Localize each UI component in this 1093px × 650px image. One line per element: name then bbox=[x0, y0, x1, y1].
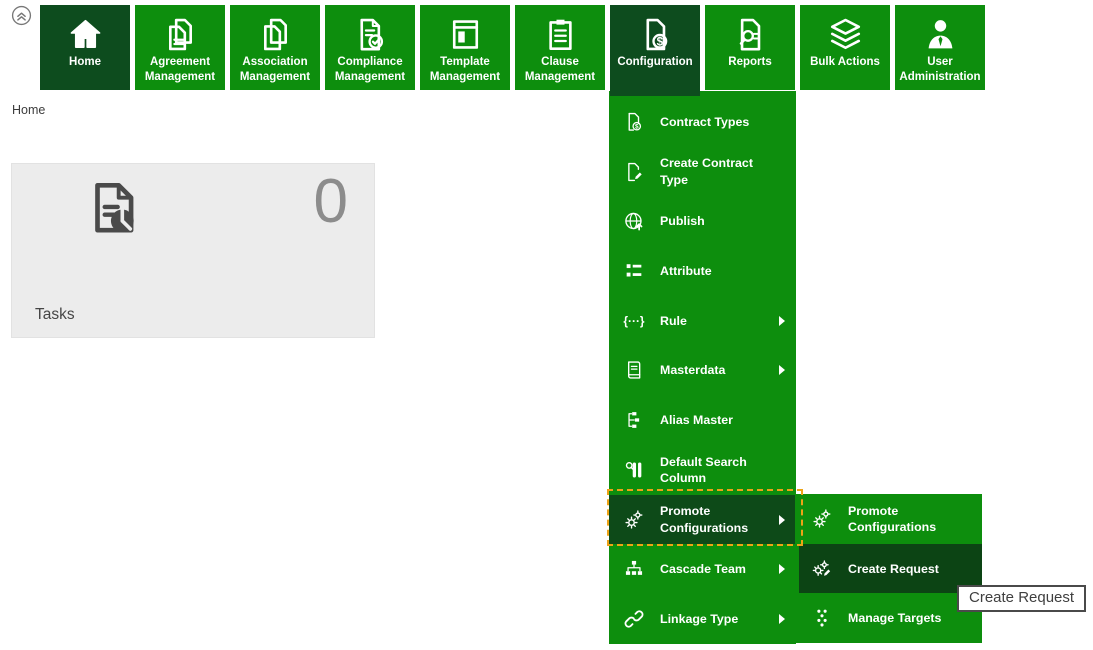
compliance-management-icon bbox=[352, 14, 389, 54]
submenu-item[interactable]: Create Request bbox=[799, 544, 982, 594]
promote-configurations-icon bbox=[811, 508, 837, 530]
menu-item-label: Promote Configurations bbox=[660, 503, 779, 535]
bulk-actions-icon bbox=[827, 14, 864, 54]
ribbon-tile-label: Reports bbox=[726, 55, 773, 70]
svg-text:$: $ bbox=[656, 36, 663, 48]
ribbon-tile-label: Agreement Management bbox=[135, 55, 225, 84]
home-icon bbox=[67, 14, 104, 54]
menu-item-label: Default Search Column bbox=[660, 454, 779, 486]
submenu-arrow-icon bbox=[779, 365, 785, 375]
menu-item[interactable]: {···} Rule bbox=[609, 296, 796, 346]
submenu-arrow-icon bbox=[779, 316, 785, 326]
create-request-icon bbox=[811, 558, 837, 580]
ribbon-bar: Home Agreement Management Association Ma… bbox=[40, 5, 985, 96]
menu-item-label: Contract Types bbox=[660, 114, 779, 130]
submenu-item[interactable]: Manage Targets bbox=[799, 593, 982, 643]
ribbon-tile-label: Association Management bbox=[230, 55, 320, 84]
alias-master-icon bbox=[623, 409, 649, 431]
menu-item-label: Create Contract Type bbox=[660, 155, 779, 187]
ribbon-tile-label: Configuration bbox=[615, 55, 694, 70]
manage-targets-icon bbox=[811, 607, 837, 629]
create-request-tooltip: Create Request bbox=[957, 585, 1086, 612]
tasks-count: 0 bbox=[314, 166, 348, 237]
tasks-tile[interactable]: 0 Tasks bbox=[11, 163, 375, 338]
promote-configurations-submenu: Promote Configurations Create Request Ma… bbox=[795, 494, 982, 643]
menu-item-label: Linkage Type bbox=[660, 611, 779, 627]
menu-item[interactable]: Linkage Type bbox=[609, 594, 796, 644]
configuration-dropdown-menu: $ Contract Types Create Contract Type Pu… bbox=[609, 91, 796, 644]
submenu-item-label: Create Request bbox=[848, 561, 974, 577]
ribbon-tile-label: Bulk Actions bbox=[808, 55, 882, 70]
tasks-label: Tasks bbox=[35, 306, 75, 324]
submenu-arrow-icon bbox=[779, 515, 785, 525]
configuration-icon: $ bbox=[637, 14, 674, 54]
ribbon-tile[interactable]: Bulk Actions bbox=[800, 5, 890, 90]
ribbon-tile[interactable]: $ Configuration bbox=[610, 5, 700, 96]
cascade-team-icon bbox=[623, 558, 649, 580]
ribbon-tile-label: Template Management bbox=[420, 55, 510, 84]
ribbon-tile-label: User Administration bbox=[895, 55, 985, 84]
menu-item[interactable]: Promote Configurations bbox=[609, 495, 796, 545]
linkage-type-icon bbox=[623, 608, 649, 630]
submenu-item[interactable]: Promote Configurations bbox=[799, 494, 982, 544]
ribbon-tile[interactable]: User Administration bbox=[895, 5, 985, 90]
menu-item-label: Masterdata bbox=[660, 362, 779, 378]
association-management-icon bbox=[257, 14, 294, 54]
menu-item[interactable]: Create Contract Type bbox=[609, 147, 796, 197]
tasks-report-icon bbox=[82, 177, 144, 239]
submenu-arrow-icon bbox=[779, 614, 785, 624]
ribbon-tile[interactable]: Agreement Management bbox=[135, 5, 225, 90]
app-root: Home Agreement Management Association Ma… bbox=[0, 0, 1093, 650]
default-search-column-icon bbox=[623, 459, 649, 481]
menu-item-label: Alias Master bbox=[660, 412, 779, 428]
ribbon-tile[interactable]: Reports bbox=[705, 5, 795, 90]
menu-item-label: Cascade Team bbox=[660, 561, 779, 577]
menu-item[interactable]: Alias Master bbox=[609, 395, 796, 445]
user-administration-icon bbox=[922, 14, 959, 54]
ribbon-tile[interactable]: Association Management bbox=[230, 5, 320, 90]
ribbon-tile[interactable]: Template Management bbox=[420, 5, 510, 90]
menu-item-label: Attribute bbox=[660, 263, 779, 279]
menu-item[interactable]: Attribute bbox=[609, 246, 796, 296]
menu-item-label: Publish bbox=[660, 213, 779, 229]
submenu-item-label: Promote Configurations bbox=[848, 503, 974, 535]
ribbon-tile[interactable]: Compliance Management bbox=[325, 5, 415, 90]
template-management-icon bbox=[447, 14, 484, 54]
attribute-icon bbox=[623, 260, 649, 282]
breadcrumb[interactable]: Home bbox=[12, 103, 45, 117]
ribbon-tile-label: Compliance Management bbox=[325, 55, 415, 84]
ribbon-tile[interactable]: Clause Management bbox=[515, 5, 605, 90]
publish-icon bbox=[623, 210, 649, 232]
menu-item[interactable]: Masterdata bbox=[609, 346, 796, 396]
reports-icon bbox=[732, 14, 769, 54]
svg-text:{···}: {···} bbox=[623, 314, 645, 328]
menu-item[interactable]: Default Search Column bbox=[609, 445, 796, 495]
submenu-arrow-icon bbox=[779, 564, 785, 574]
ribbon-tile-label: Home bbox=[67, 55, 103, 70]
menu-item[interactable]: Cascade Team bbox=[609, 544, 796, 594]
masterdata-icon bbox=[623, 359, 649, 381]
menu-item-label: Rule bbox=[660, 313, 779, 329]
agreement-management-icon bbox=[162, 14, 199, 54]
create-contract-type-icon bbox=[623, 161, 649, 183]
ribbon-tile[interactable]: Home bbox=[40, 5, 130, 90]
svg-text:$: $ bbox=[635, 123, 639, 130]
rule-icon: {···} bbox=[623, 310, 649, 332]
menu-item[interactable]: $ Contract Types bbox=[609, 97, 796, 147]
chevron-up-circle-icon[interactable] bbox=[10, 4, 33, 27]
ribbon-tile-label: Clause Management bbox=[515, 55, 605, 84]
contract-types-icon: $ bbox=[623, 111, 649, 133]
menu-item[interactable]: Publish bbox=[609, 196, 796, 246]
clause-management-icon bbox=[542, 14, 579, 54]
submenu-item-label: Manage Targets bbox=[848, 610, 974, 626]
promote-configurations-icon bbox=[623, 509, 649, 531]
